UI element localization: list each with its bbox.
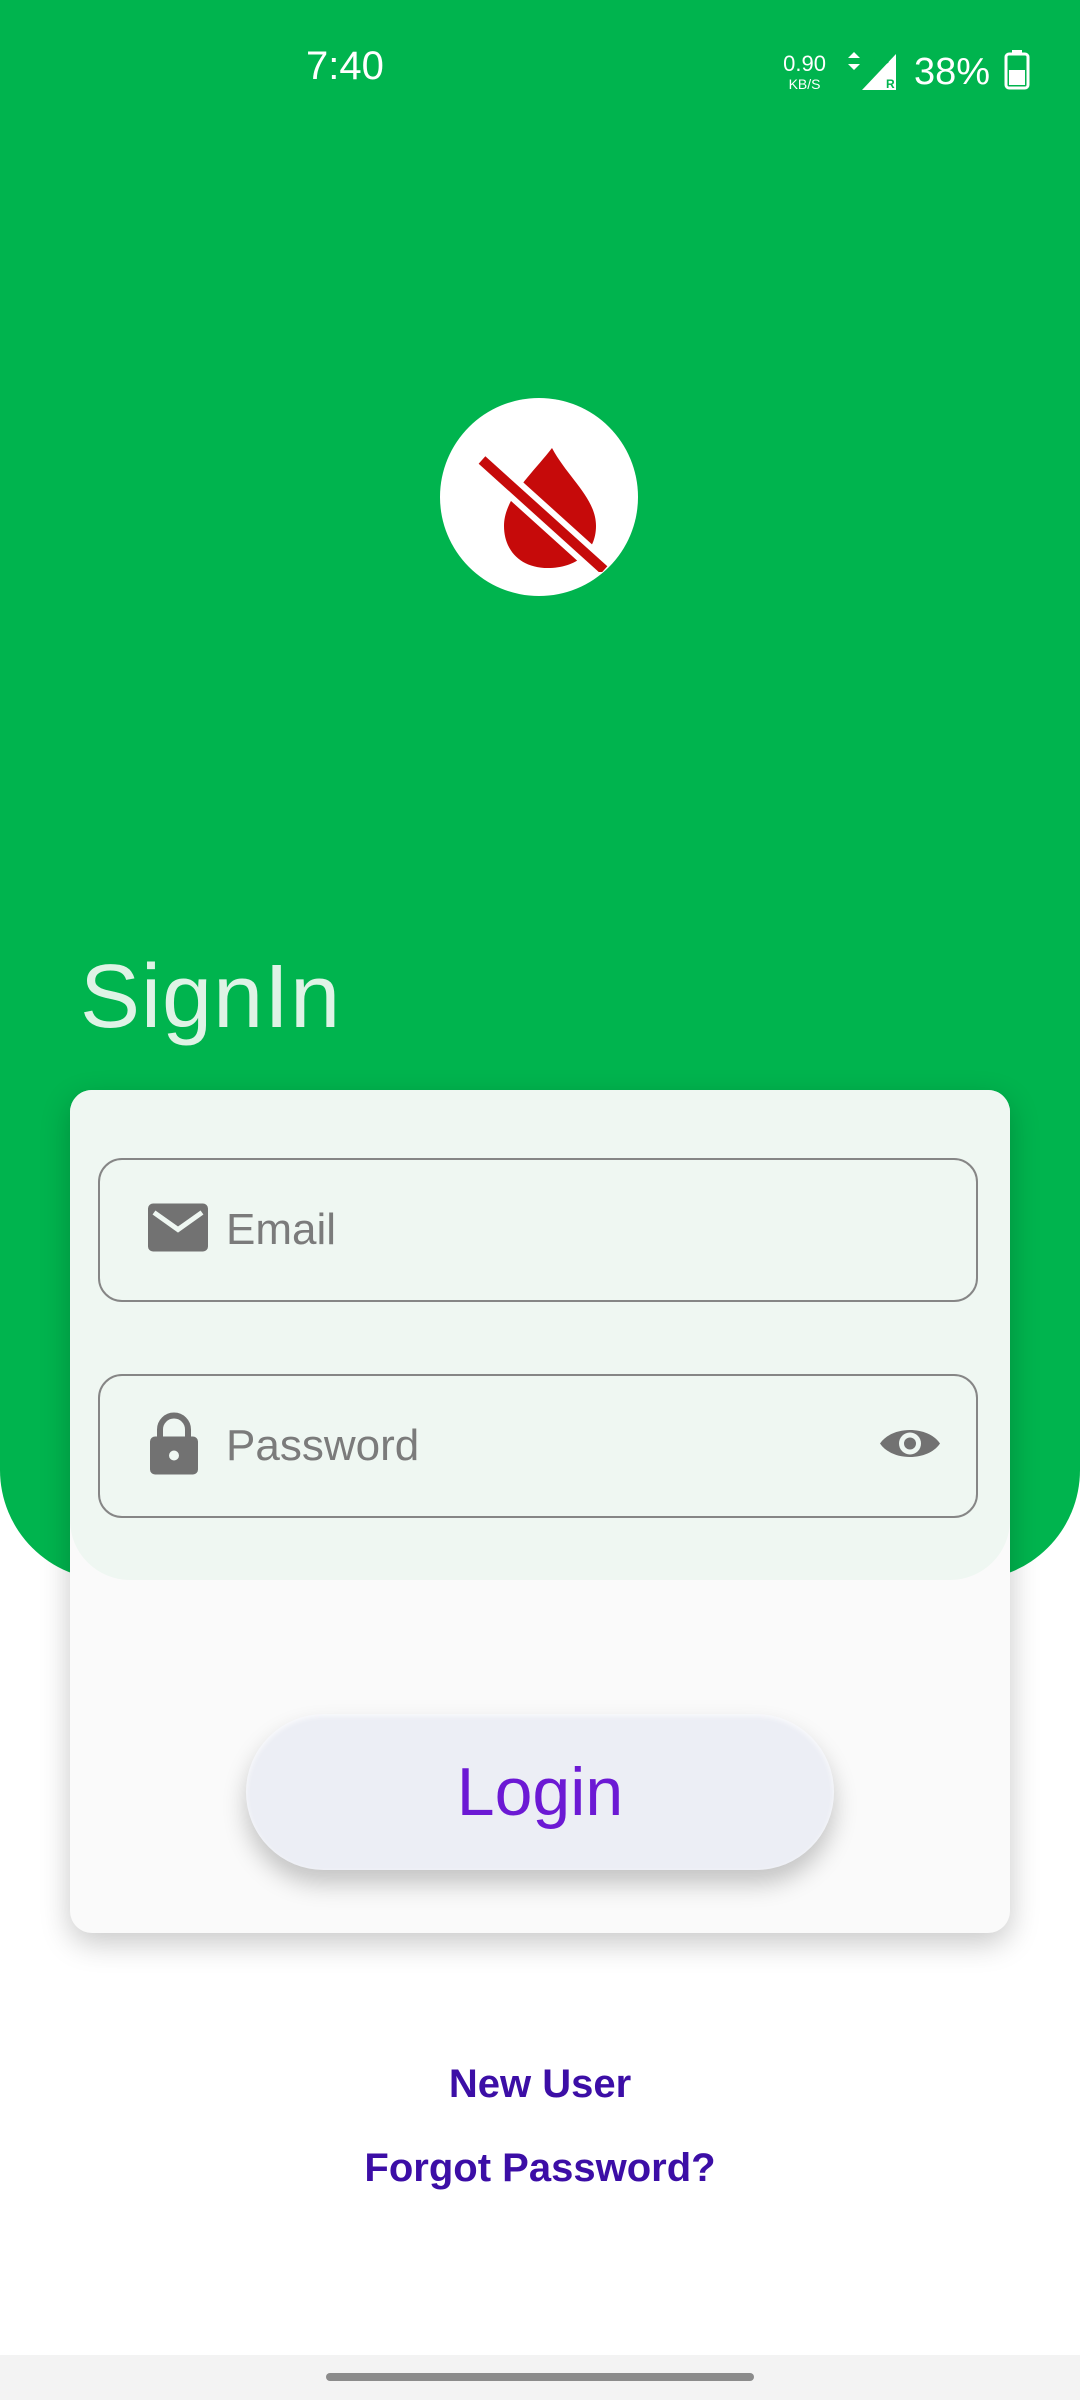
new-user-link[interactable]: New User — [0, 2062, 1080, 2107]
email-field[interactable]: Email — [98, 1158, 978, 1302]
home-gesture-handle[interactable] — [326, 2373, 754, 2381]
navigation-bar — [0, 2355, 1080, 2400]
signal-icon: 4G R — [840, 48, 900, 97]
email-icon — [148, 1203, 208, 1257]
forgot-password-link[interactable]: Forgot Password? — [0, 2146, 1080, 2191]
status-indicators: 0.90 KB/S 4G R 38% — [783, 44, 1030, 100]
app-logo — [440, 398, 638, 596]
show-password-icon[interactable] — [878, 1424, 942, 1469]
svg-text:R: R — [886, 77, 895, 91]
battery-percent: 38% — [913, 50, 990, 93]
lock-icon — [148, 1412, 200, 1480]
login-card: Email Password Login — [70, 1090, 1010, 1933]
password-field[interactable]: Password — [98, 1374, 978, 1518]
login-button[interactable]: Login — [246, 1714, 834, 1870]
network-speed: 0.90 KB/S — [783, 51, 826, 92]
status-bar: 7:40 0.90 KB/S 4G R 38% — [0, 0, 1080, 140]
status-time: 7:40 — [306, 44, 384, 88]
password-placeholder: Password — [226, 1421, 420, 1470]
battery-icon — [1004, 49, 1030, 95]
network-type: 4G — [872, 52, 889, 67]
no-blood-drop-icon — [474, 448, 612, 572]
network-speed-unit: KB/S — [788, 76, 821, 92]
page-title: SignIn — [80, 947, 342, 1047]
email-placeholder: Email — [226, 1205, 337, 1254]
network-speed-value: 0.90 — [783, 51, 826, 76]
